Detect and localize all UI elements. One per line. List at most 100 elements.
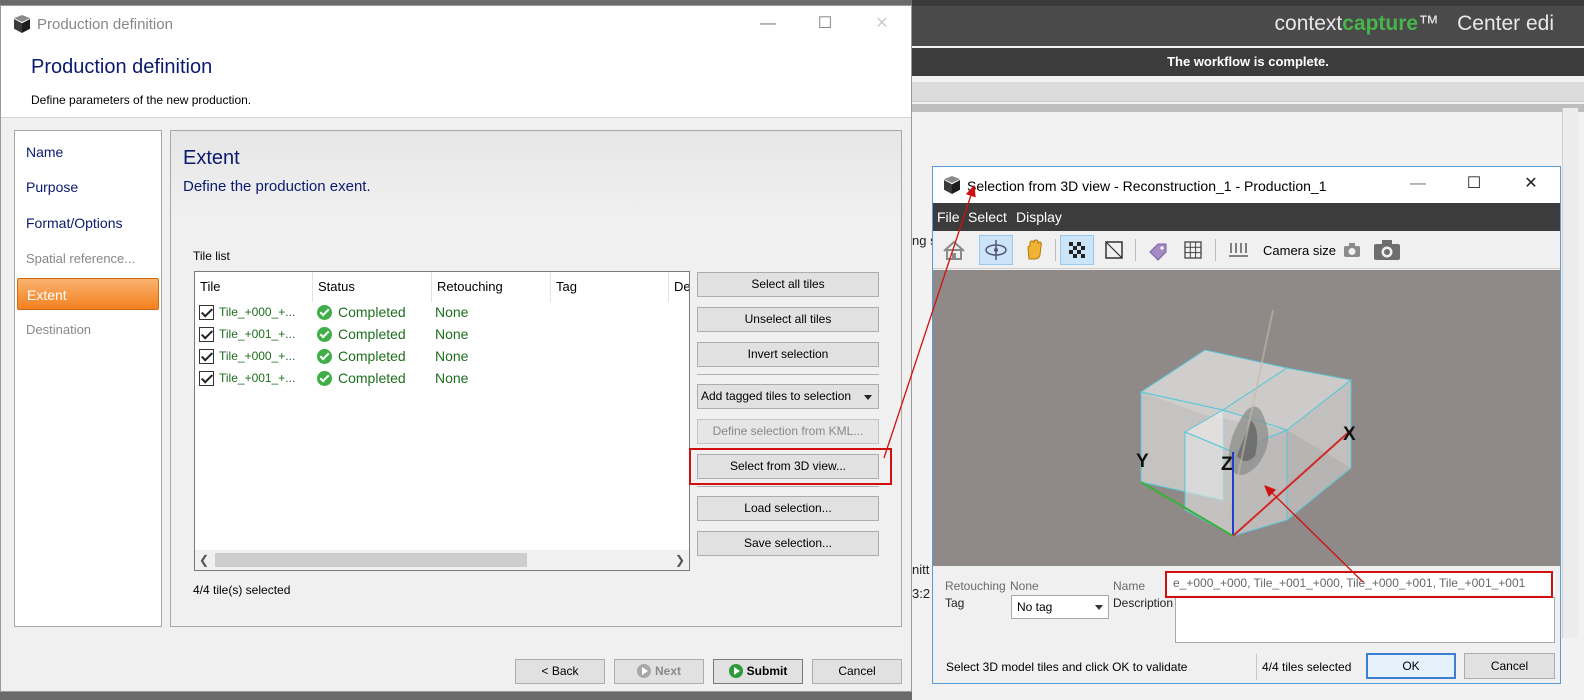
minimize-icon[interactable]: — xyxy=(1407,174,1429,194)
nav-item-spatial-reference[interactable]: Spatial reference... xyxy=(17,243,159,275)
tile-status: Completed xyxy=(338,348,406,364)
minimize-icon[interactable]: — xyxy=(757,14,779,34)
nav-item-format-options[interactable]: Format/Options xyxy=(17,207,159,239)
orbit-icon[interactable] xyxy=(979,235,1013,265)
description-label: Description xyxy=(1113,596,1174,610)
tile-name: Tile_+001_+... xyxy=(219,327,296,341)
dialog-titlebar[interactable]: Production definition — ☐ ✕ xyxy=(1,6,911,42)
grid-icon[interactable] xyxy=(1176,235,1210,265)
back-button[interactable]: < Back xyxy=(515,659,605,684)
close-icon[interactable]: ✕ xyxy=(1520,174,1542,194)
tile-checkbox[interactable] xyxy=(199,349,214,364)
completed-check-icon xyxy=(317,327,332,342)
description-field[interactable] xyxy=(1175,597,1555,643)
completed-check-icon xyxy=(317,371,332,386)
highlight-box-select-3d xyxy=(689,448,892,485)
tag-icon[interactable] xyxy=(1141,235,1175,265)
table-horizontal-scrollbar[interactable]: ❮ ❯ xyxy=(195,550,689,570)
tile-retouching: None xyxy=(435,348,469,364)
table-row[interactable]: Tile_+000_+... Completed None xyxy=(195,302,689,324)
next-button[interactable]: Next xyxy=(614,659,704,684)
retouching-label: Retouching xyxy=(945,579,1006,593)
production-definition-dialog: Production definition — ☐ ✕ Production d… xyxy=(0,5,912,692)
camera-arrows-icon[interactable] xyxy=(1221,235,1255,265)
column-header-tag[interactable]: Tag xyxy=(551,272,669,302)
toolbar-separator xyxy=(1215,239,1216,261)
panel-header: Extent Define the production exent. xyxy=(171,131,901,217)
home-icon[interactable] xyxy=(937,235,971,265)
unselect-all-tiles-button[interactable]: Unselect all tiles xyxy=(697,307,879,332)
column-header-retouching[interactable]: Retouching xyxy=(432,272,551,302)
select-all-tiles-button[interactable]: Select all tiles xyxy=(697,272,879,297)
dialog-header: Production definition Define parameters … xyxy=(1,42,911,118)
define-selection-from-kml-button[interactable]: Define selection from KML... xyxy=(697,419,879,444)
selection-cancel-button[interactable]: Cancel xyxy=(1464,653,1555,679)
nav-item-name[interactable]: Name xyxy=(17,136,159,168)
app-cube-icon xyxy=(943,176,961,194)
submit-button[interactable]: Submit xyxy=(713,659,803,684)
z-axis-label: Z xyxy=(1221,454,1233,475)
nav-item-purpose[interactable]: Purpose xyxy=(17,171,159,203)
camera-small-icon[interactable] xyxy=(1335,235,1369,265)
tile-checkbox[interactable] xyxy=(199,327,214,342)
menu-display[interactable]: Display xyxy=(1016,209,1062,225)
brand-edition: Center edi xyxy=(1457,12,1554,35)
save-selection-button[interactable]: Save selection... xyxy=(697,531,879,556)
table-row[interactable]: Tile_+000_+... Completed None xyxy=(195,346,689,368)
tile-retouching: None xyxy=(435,370,469,386)
selection-count: 4/4 tiles selected xyxy=(1262,660,1352,674)
dialog-window-title: Production definition xyxy=(37,16,173,33)
camera-large-icon[interactable] xyxy=(1370,235,1404,265)
scroll-right-icon[interactable]: ❯ xyxy=(673,551,687,569)
maximize-icon[interactable]: ☐ xyxy=(814,14,836,34)
tag-select[interactable]: No tag xyxy=(1011,595,1109,619)
load-selection-button[interactable]: Load selection... xyxy=(697,496,879,521)
tile-checkbox[interactable] xyxy=(199,371,214,386)
3d-viewport[interactable]: X Y Z xyxy=(933,270,1560,566)
checker-texture-icon[interactable] xyxy=(1060,235,1094,265)
invert-selection-button[interactable]: Invert selection xyxy=(697,342,879,367)
tag-select-value: No tag xyxy=(1017,600,1053,614)
workflow-status-bar: The workflow is complete. xyxy=(912,48,1584,76)
scrollbar-thumb[interactable] xyxy=(215,553,527,567)
brand-logo: contextcapture™ Center edi xyxy=(1275,12,1554,36)
completed-check-icon xyxy=(317,305,332,320)
menu-file[interactable]: File xyxy=(937,209,960,225)
column-header-tile[interactable]: Tile xyxy=(195,272,313,302)
tile-retouching: None xyxy=(435,304,469,320)
add-tagged-tiles-label: Add tagged tiles to selection xyxy=(701,389,852,403)
tile-table: Tile Status Retouching Tag De Tile_+000_… xyxy=(194,271,690,571)
chevron-down-icon xyxy=(864,395,872,400)
maximize-icon[interactable]: ☐ xyxy=(1463,174,1485,194)
tile-retouching: None xyxy=(435,326,469,342)
status-separator xyxy=(1256,654,1257,680)
tile-checkbox[interactable] xyxy=(199,305,214,320)
menu-select[interactable]: Select xyxy=(968,209,1007,225)
tile-status: Completed xyxy=(338,326,406,342)
add-tagged-tiles-dropdown[interactable]: Add tagged tiles to selection xyxy=(697,384,879,409)
pan-hand-icon[interactable] xyxy=(1017,235,1051,265)
nav-item-destination[interactable]: Destination xyxy=(17,314,159,346)
button-separator xyxy=(697,374,879,375)
background-header: contextcapture™ Center edi xyxy=(912,6,1584,46)
tile-name: Tile_+001_+... xyxy=(219,371,296,385)
toolbar-separator xyxy=(1055,239,1056,261)
column-header-description[interactable]: De xyxy=(669,272,689,302)
table-row[interactable]: Tile_+001_+... Completed None xyxy=(195,324,689,346)
brand-capture: capture xyxy=(1342,12,1419,35)
column-header-status[interactable]: Status xyxy=(313,272,432,302)
selection-3d-window: Selection from 3D view - Reconstruction_… xyxy=(932,166,1561,684)
cancel-button[interactable]: Cancel xyxy=(812,659,902,684)
selection-hint: Select 3D model tiles and click OK to va… xyxy=(946,660,1188,674)
retouching-value: None xyxy=(1010,579,1039,593)
scroll-left-icon[interactable]: ❮ xyxy=(197,551,211,569)
nav-item-extent[interactable]: Extent xyxy=(17,278,159,310)
background-divider xyxy=(912,104,1584,112)
close-icon[interactable]: ✕ xyxy=(871,14,893,34)
ok-button[interactable]: OK xyxy=(1366,653,1456,679)
wireframe-icon[interactable] xyxy=(1097,235,1131,265)
selection-titlebar[interactable]: Selection from 3D view - Reconstruction_… xyxy=(933,167,1560,203)
background-scrollbar[interactable] xyxy=(1562,108,1578,638)
x-axis-label: X xyxy=(1343,424,1356,445)
table-row[interactable]: Tile_+001_+... Completed None xyxy=(195,368,689,390)
